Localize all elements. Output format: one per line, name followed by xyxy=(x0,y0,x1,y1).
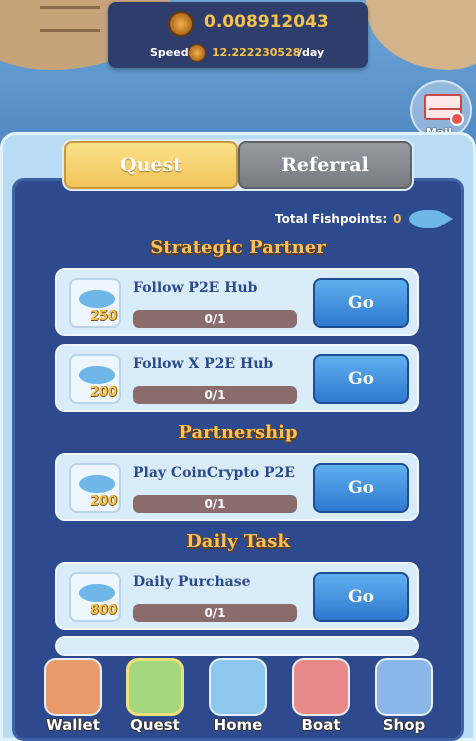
task-card: 200 Play CoinCrypto P2E 0/1 Go xyxy=(55,453,419,521)
task-name: Daily Purchase xyxy=(133,574,251,590)
nav-label: Boat xyxy=(301,716,341,734)
fishpoints-label: Total Fishpoints: xyxy=(275,212,388,226)
task-name: Follow X P2E Hub xyxy=(133,356,274,372)
task-progress: 0/1 xyxy=(133,386,297,404)
go-button[interactable]: Go xyxy=(313,278,409,328)
reward-badge: 200 xyxy=(69,354,121,404)
reward-amount: 250 xyxy=(89,309,117,324)
bottom-nav: Wallet Quest Home Boat Shop xyxy=(0,646,476,741)
coin-icon xyxy=(168,11,194,37)
task-progress: 0/1 xyxy=(133,495,297,513)
island-right xyxy=(366,0,476,70)
task-card: 250 Follow P2E Hub 0/1 Go xyxy=(55,268,419,336)
section-title-daily-task: Daily Task xyxy=(186,531,290,552)
go-button[interactable]: Go xyxy=(313,463,409,513)
task-name: Follow P2E Hub xyxy=(133,280,258,296)
tab-bar: Quest Referral xyxy=(62,139,414,191)
dock xyxy=(40,6,100,32)
nav-quest[interactable]: Quest xyxy=(124,652,186,736)
fishpoints-value: 0 xyxy=(393,212,402,226)
nav-label: Shop xyxy=(382,716,426,734)
reward-amount: 800 xyxy=(89,603,117,618)
boat-home-icon xyxy=(209,658,267,716)
fish-icon xyxy=(79,366,115,384)
reward-badge: 200 xyxy=(69,463,121,513)
task-card: 200 Follow X P2E Hub 0/1 Go xyxy=(55,344,419,412)
tab-referral[interactable]: Referral xyxy=(238,141,412,189)
speed-unit: /day xyxy=(298,46,325,59)
nav-label: Home xyxy=(213,716,263,734)
speed-coin-icon xyxy=(188,44,206,62)
fish-icon xyxy=(79,290,115,308)
reward-badge: 800 xyxy=(69,572,121,622)
wallet-icon xyxy=(44,658,102,716)
task-progress: 0/1 xyxy=(133,604,297,622)
quest-clipboard-icon xyxy=(126,658,184,716)
speed-label: Speed: xyxy=(150,46,193,59)
stats-panel: 0.008912043 Speed: 12.222230528 /day xyxy=(108,2,368,68)
nav-shop[interactable]: Shop xyxy=(373,652,435,736)
cards-icon xyxy=(292,658,350,716)
reward-amount: 200 xyxy=(89,494,117,509)
speed-value: 12.222230528 xyxy=(212,46,301,59)
task-name: Play CoinCrypto P2E xyxy=(133,465,295,481)
section-title-partnership: Partnership xyxy=(178,422,298,443)
nav-label: Quest xyxy=(130,716,180,734)
nav-label: Wallet xyxy=(46,716,100,734)
reward-amount: 200 xyxy=(89,385,117,400)
fish-icon xyxy=(409,210,454,228)
tab-quest[interactable]: Quest xyxy=(64,141,238,189)
mail-button[interactable]: Mail xyxy=(410,80,472,140)
nav-boat[interactable]: Boat xyxy=(290,652,352,736)
total-fishpoints: Total Fishpoints: 0 xyxy=(275,210,454,228)
go-button[interactable]: Go xyxy=(313,572,409,622)
go-button[interactable]: Go xyxy=(313,354,409,404)
nav-home[interactable]: Home xyxy=(207,652,269,736)
notification-badge xyxy=(450,112,464,126)
task-progress: 0/1 xyxy=(133,310,297,328)
nav-wallet[interactable]: Wallet xyxy=(42,652,104,736)
fish-icon xyxy=(79,584,115,602)
fish-icon xyxy=(79,475,115,493)
treasure-chest-icon xyxy=(375,658,433,716)
reward-badge: 250 xyxy=(69,278,121,328)
section-title-strategic-partner: Strategic Partner xyxy=(150,237,326,258)
task-card: 800 Daily Purchase 0/1 Go xyxy=(55,562,419,630)
balance-value: 0.008912043 xyxy=(204,12,329,32)
